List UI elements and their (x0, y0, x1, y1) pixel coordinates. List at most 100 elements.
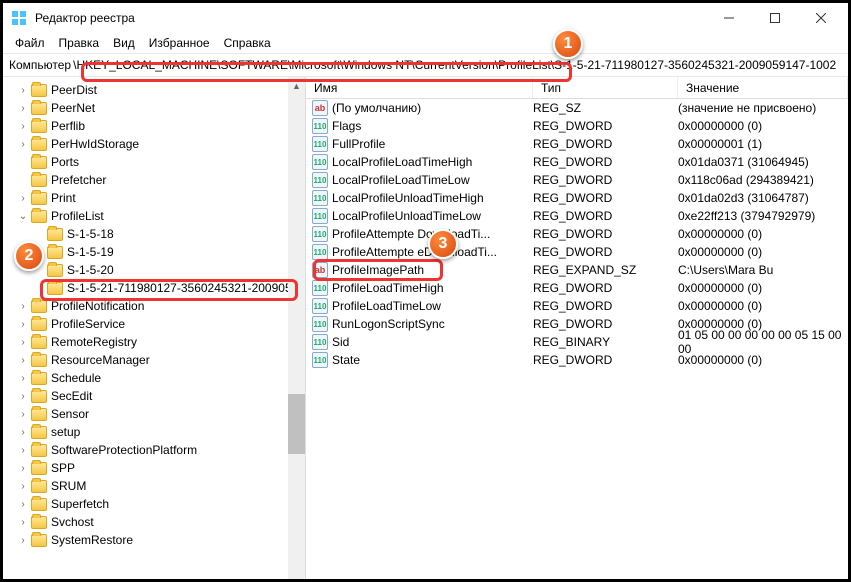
tree-item[interactable]: › ProfileService (3, 315, 305, 333)
value-data: 0x00000000 (0) (678, 119, 848, 133)
binary-value-icon: 110 (312, 316, 328, 332)
tree-item[interactable]: Ports (3, 153, 305, 171)
tree-item[interactable]: ›Superfetch (3, 495, 305, 513)
chevron-right-icon[interactable]: › (17, 372, 29, 384)
value-type: REG_BINARY (533, 335, 678, 349)
chevron-right-icon[interactable]: › (17, 102, 29, 114)
col-type[interactable]: Тип (533, 77, 678, 98)
tree-item-label: Schedule (51, 371, 101, 385)
tree-item[interactable]: ›Print (3, 189, 305, 207)
chevron-right-icon[interactable]: › (17, 84, 29, 96)
tree-item[interactable]: S-1-5-21-711980127-3560245321-2009059 (3, 279, 305, 297)
binary-value-icon: 110 (312, 226, 328, 242)
chevron-down-icon[interactable]: ⌄ (17, 210, 29, 222)
chevron-right-icon[interactable]: › (17, 516, 29, 528)
folder-icon (31, 138, 47, 151)
tree-item[interactable]: S-1-5-19 (3, 243, 305, 261)
tree-item[interactable]: ›SRUM (3, 477, 305, 495)
chevron-right-icon[interactable]: › (17, 138, 29, 150)
menu-help[interactable]: Справка (218, 34, 277, 52)
tree-item[interactable]: ⌄ProfileList (3, 207, 305, 225)
value-type: REG_DWORD (533, 191, 678, 205)
value-row[interactable]: 110ProfileAttempte DownloadTi...REG_DWOR… (306, 225, 848, 243)
window-title: Редактор реестра (35, 11, 706, 25)
tree-item-label: ProfileService (51, 317, 125, 331)
tree-item-label: Sensor (51, 407, 89, 421)
value-type: REG_DWORD (533, 245, 678, 259)
folder-icon (31, 372, 47, 385)
chevron-right-icon[interactable]: › (17, 390, 29, 402)
tree-scrollbar[interactable]: ▲ (288, 77, 305, 579)
chevron-right-icon[interactable]: › (17, 300, 29, 312)
tree-item[interactable]: ›PeerNet (3, 99, 305, 117)
folder-icon (47, 264, 63, 277)
menu-file[interactable]: Файл (9, 34, 51, 52)
menu-view[interactable]: Вид (107, 34, 141, 52)
chevron-right-icon[interactable]: › (17, 426, 29, 438)
chevron-right-icon[interactable]: › (17, 444, 29, 456)
tree-item[interactable]: ›PeerDist (3, 81, 305, 99)
scroll-up-icon[interactable]: ▲ (288, 77, 305, 94)
tree-item[interactable]: ›SoftwareProtectionPlatform (3, 441, 305, 459)
chevron-right-icon[interactable]: › (17, 408, 29, 420)
value-name: LocalProfileUnloadTimeHigh (332, 191, 484, 205)
tree-item[interactable]: ›SPP (3, 459, 305, 477)
value-row[interactable]: 110SidREG_BINARY01 05 00 00 00 00 00 05 … (306, 333, 848, 351)
tree-item[interactable]: ›ProfileNotification (3, 297, 305, 315)
value-row[interactable]: 110LocalProfileUnloadTimeHighREG_DWORD0x… (306, 189, 848, 207)
tree-item[interactable]: ›PerHwIdStorage (3, 135, 305, 153)
chevron-right-icon[interactable]: › (17, 192, 29, 204)
tree-item[interactable]: › Sensor (3, 405, 305, 423)
tree-item[interactable]: ›Svchost (3, 513, 305, 531)
value-row[interactable]: 110ProfileLoadTimeHighREG_DWORD0x0000000… (306, 279, 848, 297)
value-row[interactable]: ab(По умолчанию)REG_SZ(значение не присв… (306, 99, 848, 117)
value-row[interactable]: abProfileImagePathREG_EXPAND_SZC:\Users\… (306, 261, 848, 279)
tree-item[interactable]: Prefetcher (3, 171, 305, 189)
list-header: Имя Тип Значение (306, 77, 848, 99)
tree-pane[interactable]: ›PeerDist›PeerNet›Perflib›PerHwIdStorage… (3, 77, 306, 579)
close-button[interactable] (798, 3, 844, 33)
binary-value-icon: 110 (312, 334, 328, 350)
value-row[interactable]: 110FullProfileREG_DWORD0x00000001 (1) (306, 135, 848, 153)
folder-icon (31, 444, 47, 457)
chevron-right-icon[interactable]: › (17, 480, 29, 492)
chevron-right-icon[interactable]: › (17, 354, 29, 366)
tree-item[interactable]: ›setup (3, 423, 305, 441)
menu-favorites[interactable]: Избранное (143, 34, 216, 52)
value-row[interactable]: 110FlagsREG_DWORD0x00000000 (0) (306, 117, 848, 135)
value-row[interactable]: 110LocalProfileUnloadTimeLowREG_DWORD0xe… (306, 207, 848, 225)
chevron-right-icon[interactable]: › (17, 120, 29, 132)
folder-icon (31, 84, 47, 97)
tree-item[interactable]: › Schedule (3, 369, 305, 387)
scroll-thumb[interactable] (288, 394, 305, 454)
tree-item[interactable]: ›ResourceManager (3, 351, 305, 369)
maximize-button[interactable] (752, 3, 798, 33)
chevron-right-icon[interactable]: › (17, 462, 29, 474)
tree-item[interactable]: S-1-5-20 (3, 261, 305, 279)
minimize-button[interactable] (706, 3, 752, 33)
tree-item[interactable]: ›RemoteRegistry (3, 333, 305, 351)
chevron-right-icon[interactable]: › (17, 318, 29, 330)
tree-item[interactable]: S-1-5-18 (3, 225, 305, 243)
address-bar[interactable]: Компьютер \HKEY_LOCAL_MACHINE\SOFTWARE\M… (3, 53, 848, 77)
col-name[interactable]: Имя (306, 77, 533, 98)
value-row[interactable]: 110ProfileAttempte eDownloadTi...REG_DWO… (306, 243, 848, 261)
tree-item[interactable]: ›SecEdit (3, 387, 305, 405)
col-value[interactable]: Значение (678, 77, 848, 98)
value-data: 0x00000000 (0) (678, 227, 848, 241)
values-pane[interactable]: Имя Тип Значение ab(По умолчанию)REG_SZ(… (306, 77, 848, 579)
value-row[interactable]: 110ProfileLoadTimeLowREG_DWORD0x00000000… (306, 297, 848, 315)
value-row[interactable]: 110StateREG_DWORD0x00000000 (0) (306, 351, 848, 369)
chevron-right-icon[interactable]: › (17, 534, 29, 546)
value-row[interactable]: 110LocalProfileLoadTimeHighREG_DWORD0x01… (306, 153, 848, 171)
value-name: ProfileAttempte DownloadTi... (332, 227, 490, 241)
menu-edit[interactable]: Правка (53, 34, 106, 52)
chevron-right-icon[interactable]: › (17, 498, 29, 510)
value-type: REG_DWORD (533, 209, 678, 223)
tree-item-label: Perflib (51, 119, 85, 133)
chevron-right-icon[interactable]: › (17, 336, 29, 348)
value-row[interactable]: 110LocalProfileLoadTimeLowREG_DWORD0x118… (306, 171, 848, 189)
tree-item[interactable]: › Perflib (3, 117, 305, 135)
value-type: REG_EXPAND_SZ (533, 263, 678, 277)
tree-item[interactable]: ›SystemRestore (3, 531, 305, 549)
